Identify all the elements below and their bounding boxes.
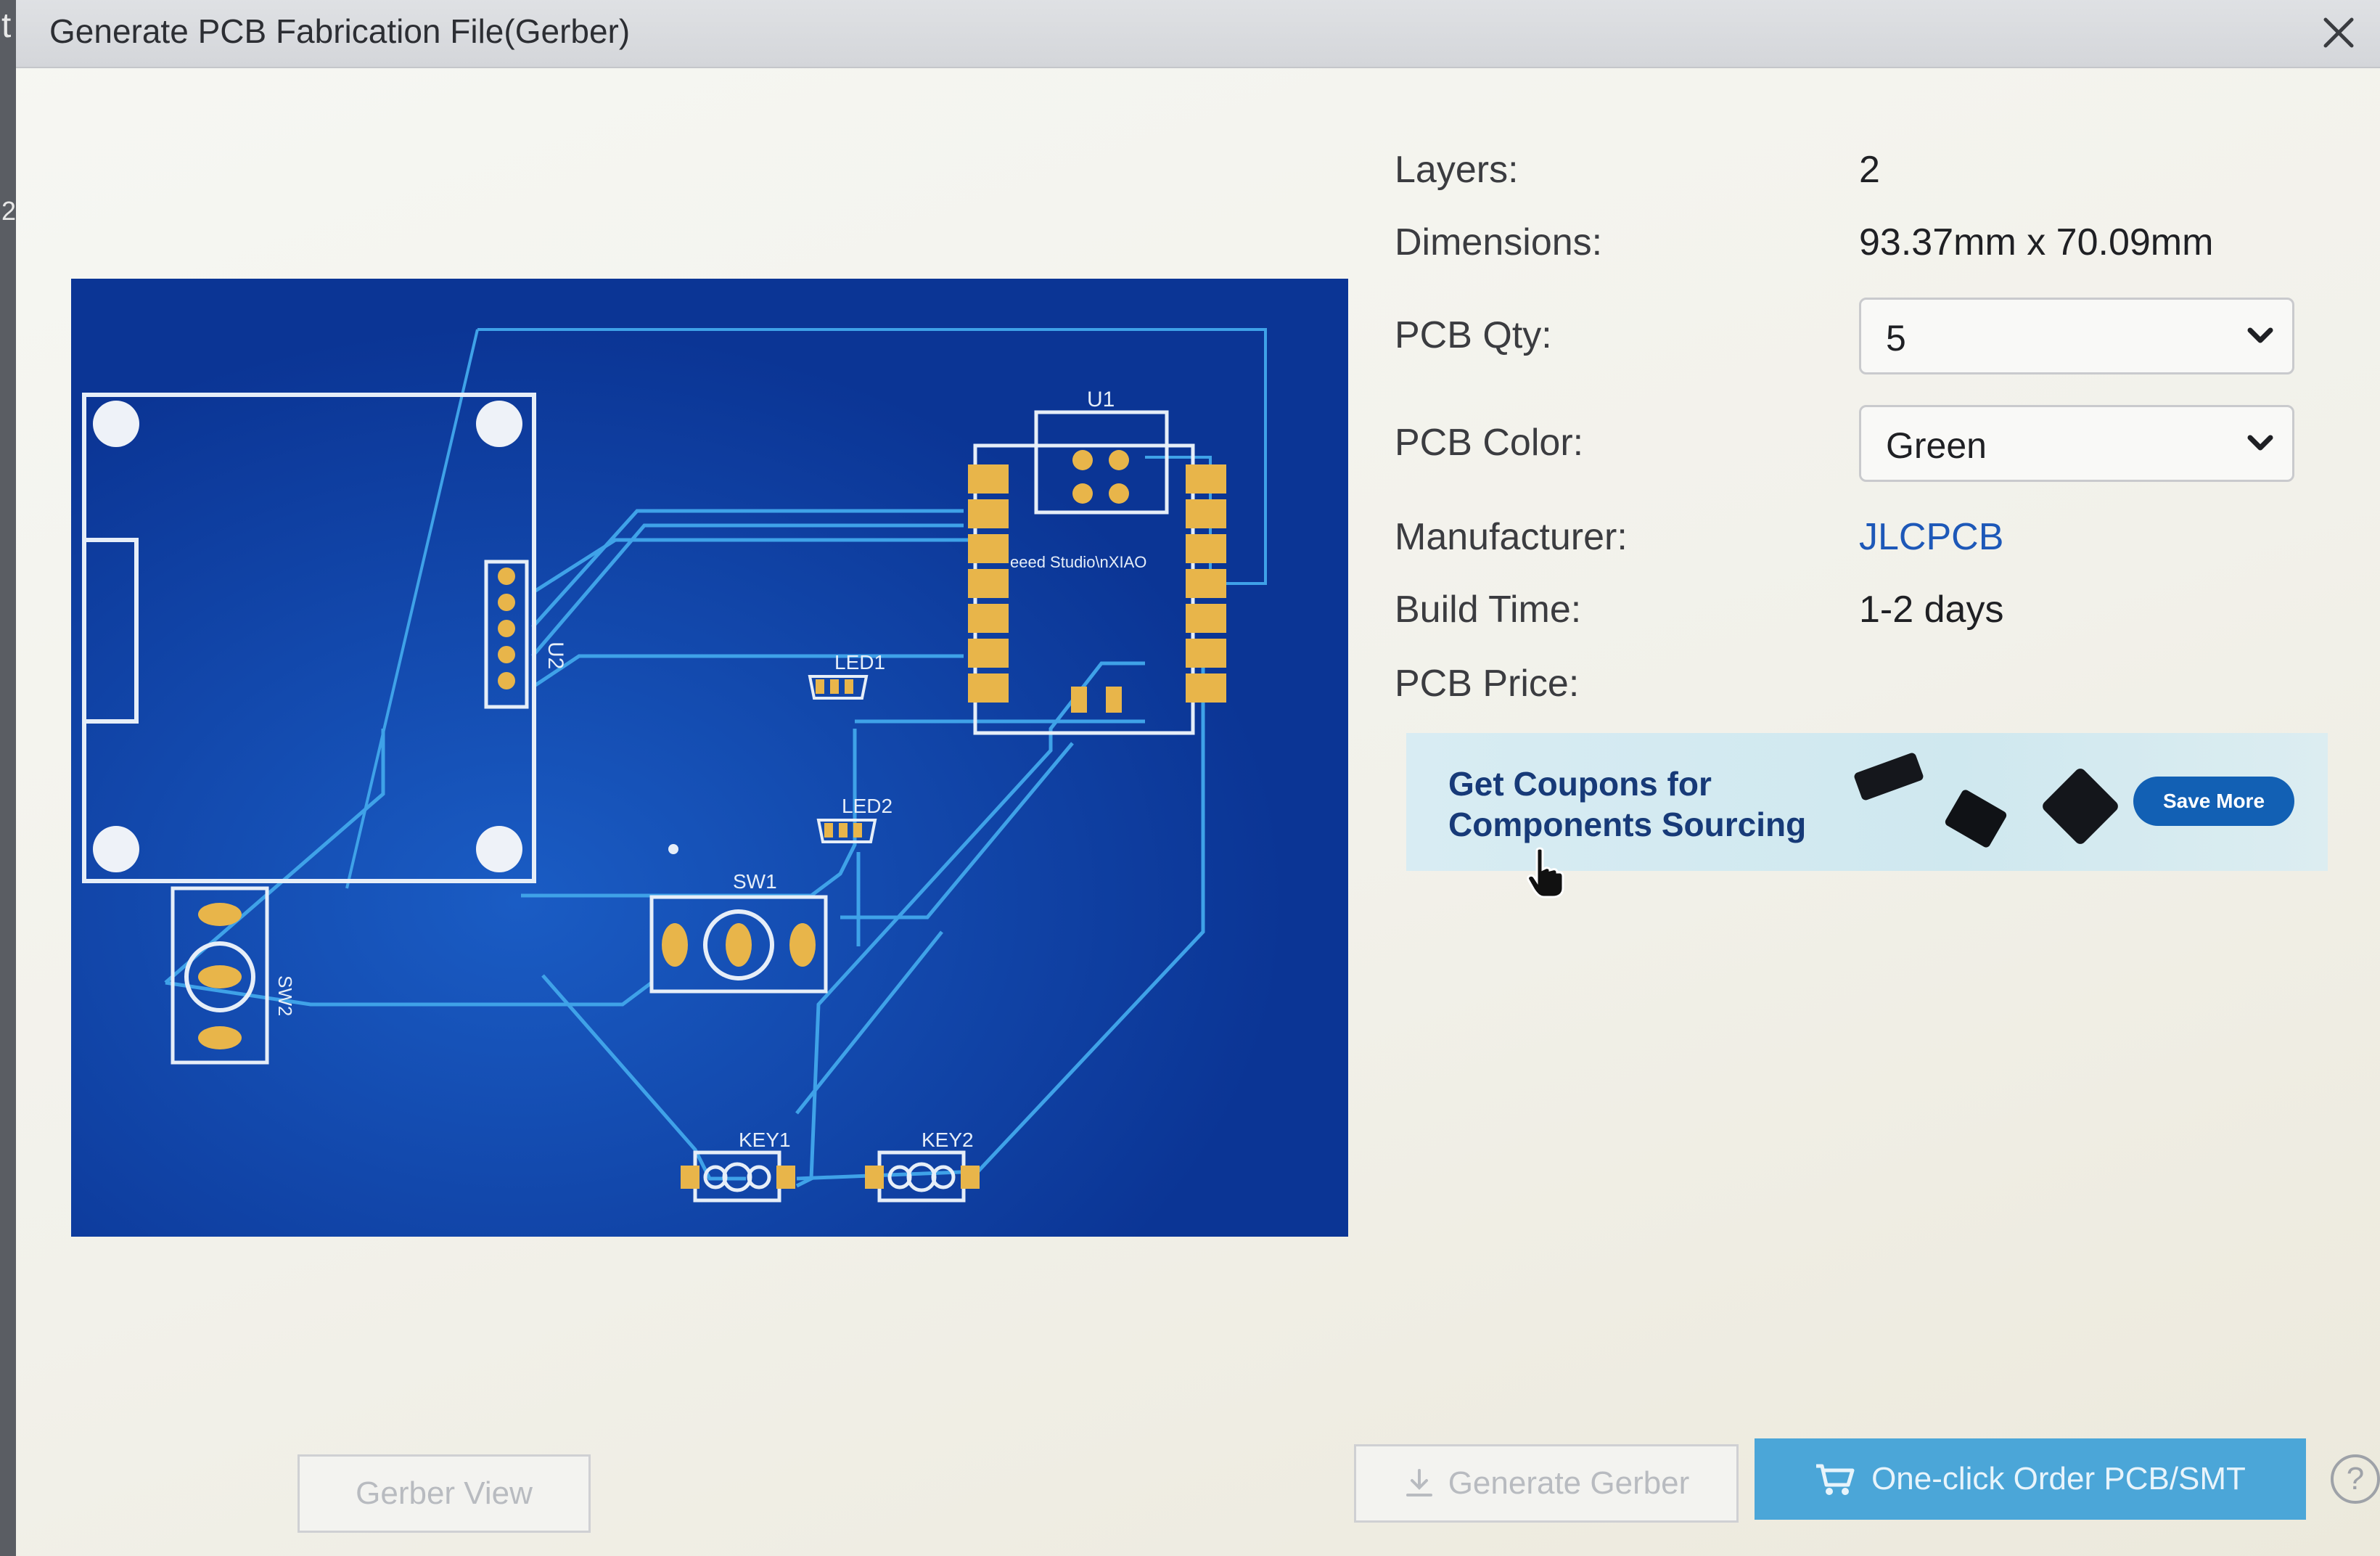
banner-line-1: Get Coupons for xyxy=(1448,765,1712,803)
layers-label: Layers: xyxy=(1395,149,1519,191)
color-select-value: Green xyxy=(1886,425,1987,466)
build-time-label: Build Time: xyxy=(1395,589,1582,631)
chip-components-icon xyxy=(1854,753,2118,848)
qty-row: PCB Qty: 5 xyxy=(1395,298,2338,377)
dialog-titlebar: Generate PCB Fabrication File(Gerber) xyxy=(16,0,2380,68)
edge-char-2: 2 xyxy=(1,196,17,226)
help-button[interactable]: ? xyxy=(2331,1454,2380,1504)
price-label: PCB Price: xyxy=(1395,663,1580,705)
background-window-edge: t 2 xyxy=(0,0,16,1556)
help-icon: ? xyxy=(2346,1461,2365,1496)
sw1-label: SW1 xyxy=(733,870,777,893)
gerber-view-label: Gerber View xyxy=(356,1475,533,1511)
sw2-label: SW2 xyxy=(274,975,296,1016)
u1-text: eeed Studio\nXIAO xyxy=(1010,553,1146,571)
qty-label: PCB Qty: xyxy=(1395,314,1552,356)
build-time-row: Build Time: 1-2 days xyxy=(1395,588,2338,646)
pcb-preview: U2 U1 eeed Studio\nXIAO LED1 LED2 SW1 SW… xyxy=(71,279,1348,1237)
close-button[interactable] xyxy=(2313,7,2364,58)
build-time-value: 1-2 days xyxy=(1859,589,2004,631)
pcb-board-svg: U2 U1 eeed Studio\nXIAO LED1 LED2 SW1 SW… xyxy=(71,279,1348,1237)
color-select[interactable]: Green xyxy=(1859,405,2294,482)
key2-label: KEY2 xyxy=(922,1129,974,1151)
u2-label: U2 xyxy=(543,642,567,669)
save-more-button[interactable]: Save More xyxy=(2133,777,2294,826)
manufacturer-label: Manufacturer: xyxy=(1395,516,1628,558)
generate-gerber-label: Generate Gerber xyxy=(1448,1465,1690,1501)
edge-char-1: t xyxy=(1,7,12,45)
close-icon xyxy=(2323,17,2354,48)
layers-row: Layers: 2 xyxy=(1395,148,2338,206)
manufacturer-row: Manufacturer: JLCPCB xyxy=(1395,515,2338,573)
banner-text: Get Coupons for Components Sourcing xyxy=(1448,763,1855,845)
qty-select-value: 5 xyxy=(1886,318,1906,359)
led2-label: LED2 xyxy=(842,795,892,817)
chevron-down-icon xyxy=(2247,435,2273,451)
generate-gerber-button[interactable]: Generate Gerber xyxy=(1354,1444,1739,1523)
dimensions-label: Dimensions: xyxy=(1395,221,1603,263)
one-click-order-label: One-click Order PCB/SMT xyxy=(1871,1461,2246,1496)
dimensions-row: Dimensions: 93.37mm x 70.09mm xyxy=(1395,221,2338,279)
download-icon xyxy=(1406,1469,1432,1496)
qty-select[interactable]: 5 xyxy=(1859,298,2294,374)
chevron-down-icon xyxy=(2247,327,2273,343)
u1-label: U1 xyxy=(1087,388,1115,411)
key1-label: KEY1 xyxy=(739,1129,791,1151)
dimensions-value: 93.37mm x 70.09mm xyxy=(1859,221,2214,263)
led1-label: LED1 xyxy=(834,651,885,673)
color-row: PCB Color: Green xyxy=(1395,405,2338,485)
gerber-view-button[interactable]: Gerber View xyxy=(298,1454,591,1533)
banner-line-2: Components Sourcing xyxy=(1448,806,1807,843)
one-click-order-button[interactable]: One-click Order PCB/SMT xyxy=(1755,1438,2306,1520)
gerber-dialog: Generate PCB Fabrication File(Gerber) U2… xyxy=(16,0,2380,1556)
cart-icon xyxy=(1816,1464,1855,1495)
price-row: PCB Price: xyxy=(1395,662,2338,720)
hand-cursor-icon xyxy=(1527,847,1564,898)
manufacturer-link[interactable]: JLCPCB xyxy=(1859,515,2003,559)
dialog-title: Generate PCB Fabrication File(Gerber) xyxy=(49,12,631,50)
layers-value: 2 xyxy=(1859,149,1880,191)
color-label: PCB Color: xyxy=(1395,422,1584,464)
